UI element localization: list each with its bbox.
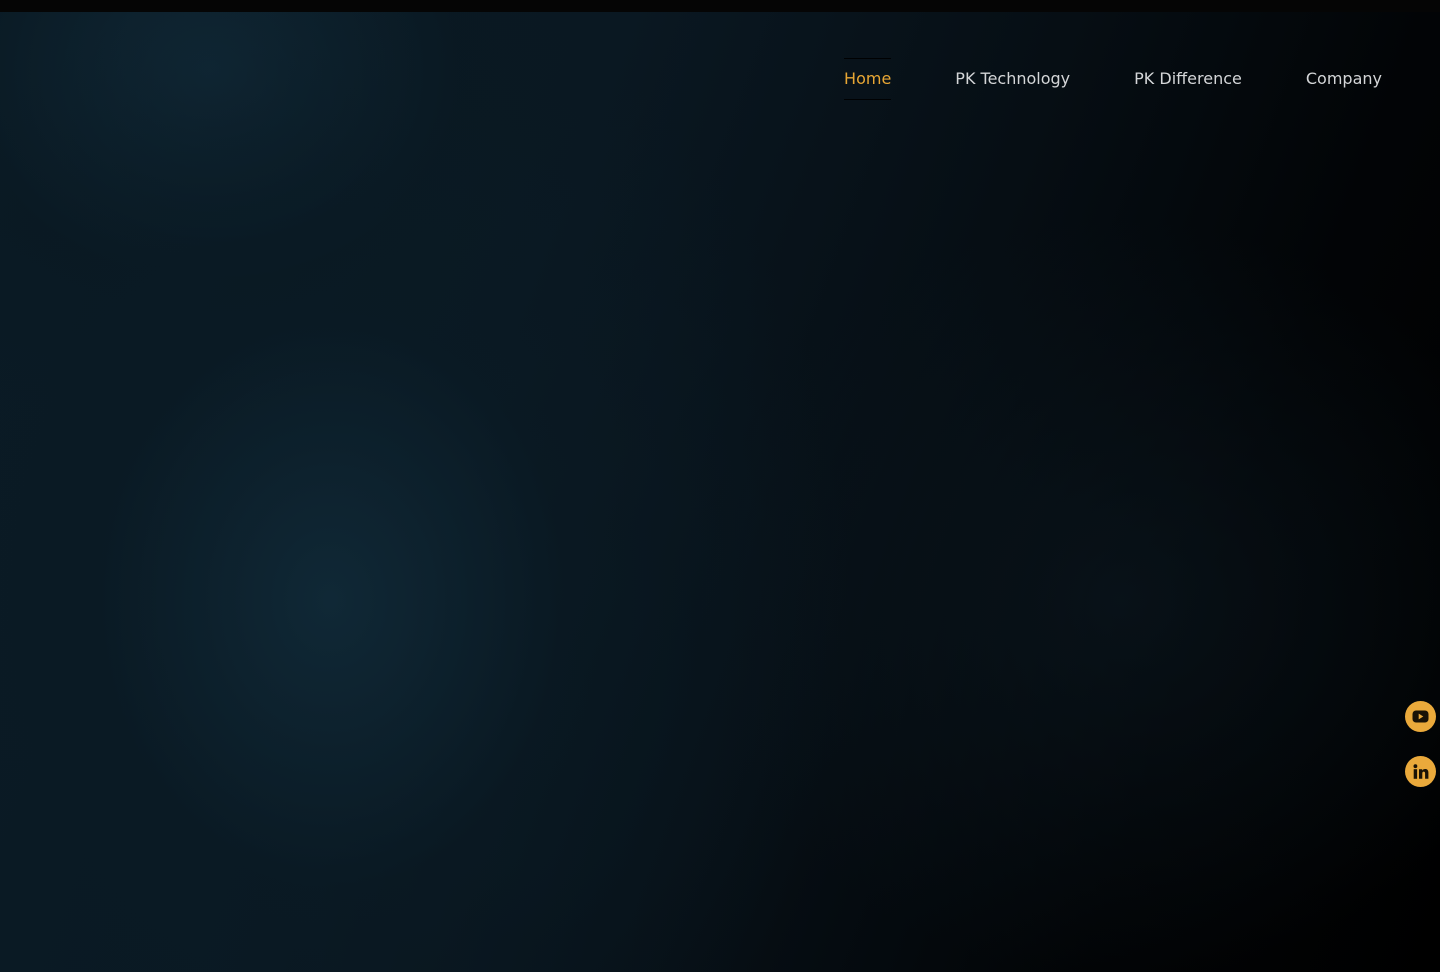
main-navigation: Home PK Technology PK Difference Company bbox=[844, 58, 1382, 100]
social-links bbox=[1405, 701, 1436, 811]
nav-pk-technology[interactable]: PK Technology bbox=[955, 58, 1070, 100]
nav-home[interactable]: Home bbox=[844, 58, 892, 100]
linkedin-icon bbox=[1413, 764, 1429, 779]
top-bar bbox=[0, 0, 1440, 12]
linkedin-button[interactable] bbox=[1405, 756, 1436, 787]
youtube-button[interactable] bbox=[1405, 701, 1436, 732]
nav-pk-difference[interactable]: PK Difference bbox=[1134, 58, 1242, 100]
page-background: Home PK Technology PK Difference Company bbox=[0, 0, 1440, 972]
nav-company[interactable]: Company bbox=[1306, 58, 1382, 100]
youtube-icon bbox=[1412, 710, 1429, 723]
